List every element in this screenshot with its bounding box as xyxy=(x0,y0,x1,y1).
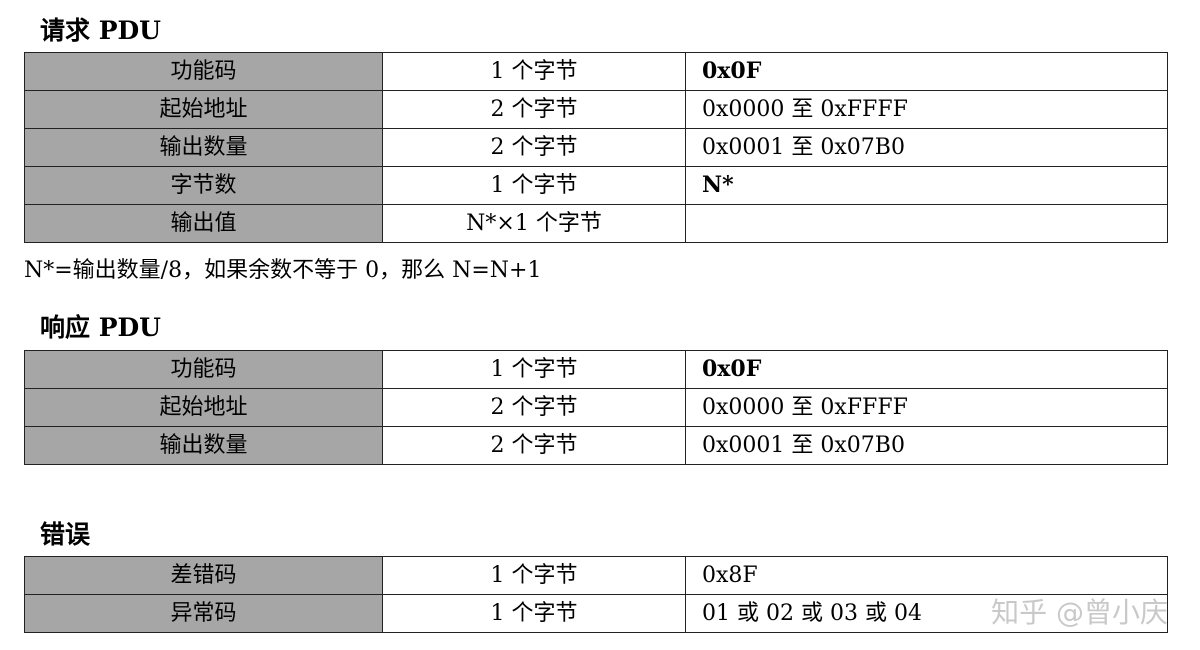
table-row: 差错码 1 个字节 0x8F xyxy=(24,556,1168,595)
field-range: 0x0000 至 0xFFFF xyxy=(685,388,1168,427)
field-name: 字节数 xyxy=(24,166,383,205)
request-pdu-title: 请求 PDU xyxy=(40,16,161,45)
field-range: 0x0F xyxy=(685,52,1168,91)
table-row: 字节数 1 个字节 N* xyxy=(24,166,1168,205)
field-name: 输出值 xyxy=(24,204,383,243)
table-row: 输出数量 2 个字节 0x0001 至 0x07B0 xyxy=(24,128,1168,167)
field-range: 0x8F xyxy=(685,556,1168,595)
field-name: 异常码 xyxy=(24,594,383,633)
field-name: 起始地址 xyxy=(24,388,383,427)
request-pdu-table: 功能码 1 个字节 0x0F 起始地址 2 个字节 0x0000 至 0xFFF… xyxy=(24,52,1168,243)
response-pdu-table: 功能码 1 个字节 0x0F 起始地址 2 个字节 0x0000 至 0xFFF… xyxy=(24,350,1168,465)
field-size: 1 个字节 xyxy=(382,52,686,91)
error-title: 错误 xyxy=(40,520,91,549)
field-size: 2 个字节 xyxy=(382,90,686,129)
table-row: 输出值 N*×1 个字节 xyxy=(24,204,1168,243)
table-row: 功能码 1 个字节 0x0F xyxy=(24,350,1168,389)
field-range: 0x0001 至 0x07B0 xyxy=(685,128,1168,167)
field-range: 0x0F xyxy=(685,350,1168,389)
field-size: 1 个字节 xyxy=(382,350,686,389)
field-size: 1 个字节 xyxy=(382,556,686,595)
watermark: 知乎 @曾小庆 xyxy=(991,596,1168,629)
field-name: 功能码 xyxy=(24,52,383,91)
field-name: 差错码 xyxy=(24,556,383,595)
field-range: 0x0001 至 0x07B0 xyxy=(685,426,1168,465)
field-size: 2 个字节 xyxy=(382,426,686,465)
field-size: 2 个字节 xyxy=(382,388,686,427)
table-row: 输出数量 2 个字节 0x0001 至 0x07B0 xyxy=(24,426,1168,465)
field-size: 1 个字节 xyxy=(382,166,686,205)
byte-count-note: N*=输出数量/8，如果余数不等于 0，那么 N=N+1 xyxy=(24,258,542,283)
field-size: N*×1 个字节 xyxy=(382,204,686,243)
table-row: 起始地址 2 个字节 0x0000 至 0xFFFF xyxy=(24,90,1168,129)
field-size: 2 个字节 xyxy=(382,128,686,167)
table-row: 起始地址 2 个字节 0x0000 至 0xFFFF xyxy=(24,388,1168,427)
field-size: 1 个字节 xyxy=(382,594,686,633)
table-row: 功能码 1 个字节 0x0F xyxy=(24,52,1168,91)
field-range: N* xyxy=(685,166,1168,205)
field-range: 0x0000 至 0xFFFF xyxy=(685,90,1168,129)
field-range xyxy=(685,204,1168,243)
response-pdu-title: 响应 PDU xyxy=(40,313,161,342)
field-name: 输出数量 xyxy=(24,128,383,167)
field-name: 输出数量 xyxy=(24,426,383,465)
field-name: 功能码 xyxy=(24,350,383,389)
field-name: 起始地址 xyxy=(24,90,383,129)
